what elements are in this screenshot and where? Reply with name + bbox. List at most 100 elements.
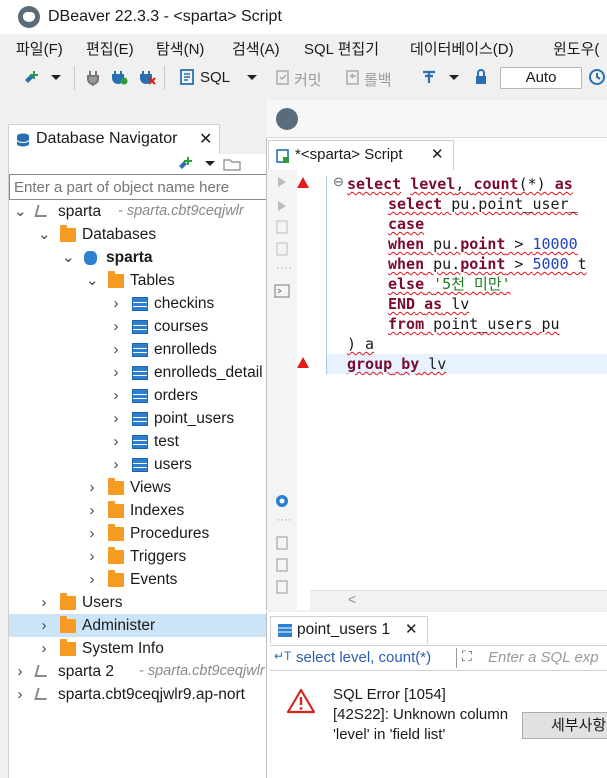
filter-history-icon[interactable]: ↵T — [274, 649, 291, 663]
load-script-icon[interactable] — [275, 242, 289, 256]
tree-item-label: sparta.cbt9ceqjwlr9.ap-nort — [58, 686, 245, 703]
close-icon[interactable]: ✕ — [199, 129, 212, 149]
chevron-right-icon[interactable]: › — [110, 361, 122, 384]
chevron-right-icon[interactable]: › — [86, 545, 98, 568]
tab-database-navigator[interactable]: Database Navigator ✕ — [8, 124, 220, 154]
format-icon[interactable] — [275, 580, 289, 594]
gear-icon[interactable] — [273, 492, 291, 510]
tree-item-label: enrolleds — [154, 341, 217, 358]
chevron-right-icon[interactable]: › — [86, 522, 98, 545]
tab-point-users-1[interactable]: point_users 1 ✕ — [270, 616, 428, 644]
export-icon[interactable] — [275, 536, 289, 550]
chevron-down-icon[interactable]: ⌄ — [62, 246, 75, 269]
tree-item[interactable]: ⌄ sparta — [0, 246, 267, 269]
history-icon[interactable] — [588, 68, 606, 86]
chevron-right-icon[interactable]: › — [86, 476, 98, 499]
new-connection-icon[interactable] — [176, 156, 194, 172]
chevron-down-icon[interactable]: ⌄ — [38, 223, 51, 246]
chevron-right-icon[interactable]: › — [110, 315, 122, 338]
chevron-right-icon[interactable]: › — [38, 637, 50, 660]
tree-item[interactable]: ⌄ Databases — [0, 223, 267, 246]
transaction-mode-icon[interactable] — [420, 68, 438, 86]
menu-file[interactable]: 파일(F) — [16, 38, 63, 59]
more-icon[interactable]: ···· — [276, 260, 292, 274]
menu-window[interactable]: 윈도우( — [553, 38, 599, 59]
tree-item[interactable]: › Events — [0, 568, 267, 591]
disconnect-icon[interactable] — [138, 68, 156, 86]
connect-icon[interactable] — [84, 68, 102, 86]
transaction-mode-auto[interactable]: Auto — [500, 67, 582, 89]
folder-icon[interactable] — [222, 156, 242, 172]
horizontal-scrollbar[interactable]: < — [310, 590, 607, 610]
import-icon[interactable] — [275, 558, 289, 572]
sql-code-area[interactable] — [310, 170, 607, 590]
chevron-right-icon[interactable]: › — [110, 292, 122, 315]
tree-item[interactable]: › System Info — [0, 637, 267, 660]
terminal-icon[interactable] — [274, 284, 290, 298]
commit-icon[interactable] — [274, 68, 292, 86]
chevron-right-icon[interactable]: › — [110, 453, 122, 476]
chevron-right-icon[interactable]: › — [86, 499, 98, 522]
details-button[interactable]: 세부사항 — [522, 712, 607, 739]
tree-item[interactable]: › users — [0, 453, 267, 476]
menu-sql-editor[interactable]: SQL 편집기 — [304, 38, 379, 59]
tree-item[interactable]: ⌄ sparta - sparta.cbt9ceqjwlr — [0, 200, 267, 223]
chevron-down-icon[interactable] — [204, 158, 216, 170]
tree-item[interactable]: › checkins — [0, 292, 267, 315]
tree-item[interactable]: › sparta.cbt9ceqjwlr9.ap-nort — [0, 683, 267, 706]
lock-icon[interactable] — [472, 68, 490, 86]
scroll-left-icon[interactable]: < — [348, 591, 356, 607]
chevron-right-icon[interactable]: › — [110, 430, 122, 453]
close-icon[interactable]: ✕ — [431, 145, 444, 163]
chevron-down-icon[interactable] — [246, 68, 258, 86]
more-icon[interactable]: ···· — [276, 512, 292, 526]
chevron-right-icon[interactable]: › — [14, 660, 26, 683]
object-name-filter-input[interactable] — [9, 174, 267, 200]
expand-icon[interactable]: ⛶ — [462, 648, 472, 665]
tree-item[interactable]: › point_users — [0, 407, 267, 430]
rollback-label[interactable]: 롤백 — [364, 69, 392, 90]
chevron-right-icon[interactable]: › — [110, 384, 122, 407]
tree-item[interactable]: › enrolleds — [0, 338, 267, 361]
chevron-down-icon[interactable]: ⌄ — [86, 269, 99, 292]
fold-toggle-icon[interactable]: ⊖ — [333, 174, 344, 190]
chevron-right-icon[interactable]: › — [86, 568, 98, 591]
tree-item[interactable]: › Procedures — [0, 522, 267, 545]
tree-item[interactable]: › Users — [0, 591, 267, 614]
sql-button-label[interactable]: SQL — [200, 69, 230, 86]
tree-item[interactable]: › Triggers — [0, 545, 267, 568]
execute-script-icon[interactable] — [277, 200, 287, 212]
chevron-right-icon[interactable]: › — [110, 407, 122, 430]
tree-item[interactable]: › courses — [0, 315, 267, 338]
chevron-down-icon[interactable] — [448, 68, 460, 86]
tree-item[interactable]: ⌄ Tables — [0, 269, 267, 292]
tree-item[interactable]: › sparta 2 - sparta.cbt9ceqjwlr — [0, 660, 267, 683]
tree-item[interactable]: › Indexes — [0, 499, 267, 522]
explain-plan-icon[interactable] — [275, 220, 289, 234]
chevron-right-icon[interactable]: › — [38, 591, 50, 614]
filter-query-text[interactable]: select level, count(*) — [296, 649, 431, 666]
menu-database[interactable]: 데이터베이스(D) — [410, 38, 514, 59]
tree-item[interactable]: › test — [0, 430, 267, 453]
chevron-right-icon[interactable]: › — [14, 683, 26, 706]
close-icon[interactable]: ✕ — [405, 620, 418, 638]
tree-item[interactable]: › Views — [0, 476, 267, 499]
new-connection-icon[interactable] — [22, 68, 40, 86]
tree-item[interactable]: › orders — [0, 384, 267, 407]
sql-editor-icon[interactable] — [178, 68, 196, 86]
tree-item[interactable]: › Administer — [0, 614, 267, 637]
chevron-down-icon[interactable] — [50, 68, 62, 86]
tab-sparta-script[interactable]: *<sparta> Script ✕ — [268, 140, 454, 170]
menu-search[interactable]: 검색(A) — [232, 38, 280, 59]
chevron-right-icon[interactable]: › — [38, 614, 50, 637]
menu-navigate[interactable]: 탐색(N) — [156, 38, 204, 59]
tree-item[interactable]: › enrolleds_detail — [0, 361, 267, 384]
commit-label[interactable]: 커밋 — [294, 69, 322, 90]
chevron-down-icon[interactable]: ⌄ — [14, 200, 27, 223]
invalidate-reconnect-icon[interactable] — [110, 68, 128, 86]
menu-edit[interactable]: 편집(E) — [86, 38, 134, 59]
rollback-icon[interactable] — [344, 68, 362, 86]
sql-expression-filter-input[interactable]: Enter a SQL exp — [488, 649, 599, 666]
execute-statement-icon[interactable] — [277, 176, 287, 188]
chevron-right-icon[interactable]: › — [110, 338, 122, 361]
